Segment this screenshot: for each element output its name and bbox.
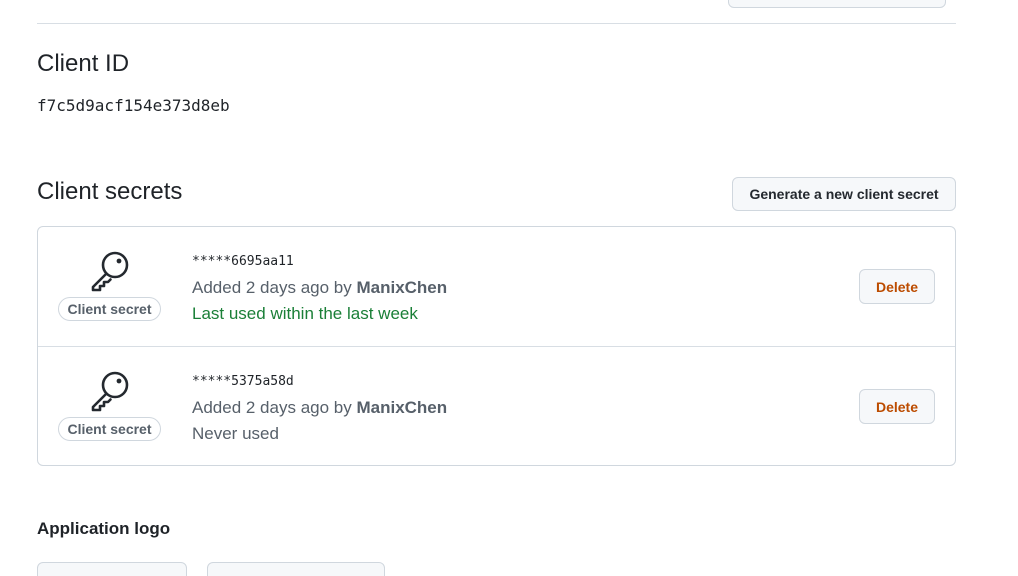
client-id-value: f7c5d9acf154e373d8eb	[37, 96, 230, 115]
client-secret-badge: Client secret	[58, 297, 161, 321]
partial-logo-button[interactable]	[37, 562, 187, 576]
application-logo-heading: Application logo	[37, 519, 171, 538]
secret-usage-status: Last used within the last week	[192, 304, 418, 323]
client-secret-row: Client secret *****6695aa11 Added 2 days…	[38, 227, 955, 346]
client-secret-badge: Client secret	[58, 417, 161, 441]
delete-secret-button[interactable]: Delete	[859, 389, 935, 424]
secret-added-text: Added 2 days ago by	[192, 398, 357, 417]
secret-usage-status: Never used	[192, 424, 279, 443]
oauth-app-settings-page: Client ID f7c5d9acf154e373d8eb Client se…	[0, 0, 1018, 576]
generate-client-secret-button[interactable]: Generate a new client secret	[732, 177, 956, 211]
secret-masked-value: *****5375a58d	[192, 374, 294, 389]
client-secrets-heading: Client secrets	[37, 178, 183, 205]
key-icon	[88, 369, 132, 413]
section-divider	[37, 23, 956, 24]
secret-author: ManixChen	[356, 278, 448, 297]
secret-author: ManixChen	[356, 398, 448, 417]
client-secret-row: Client secret *****5375a58d Added 2 days…	[38, 346, 955, 465]
partial-button-top[interactable]	[728, 0, 946, 8]
client-secrets-list: Client secret *****6695aa11 Added 2 days…	[37, 226, 956, 466]
key-icon	[88, 249, 132, 293]
secret-masked-value: *****6695aa11	[192, 254, 294, 269]
client-id-heading: Client ID	[37, 50, 130, 77]
secret-added-info: Added 2 days ago by ManixChen	[192, 397, 447, 419]
secret-added-info: Added 2 days ago by ManixChen	[192, 277, 447, 299]
secret-added-text: Added 2 days ago by	[192, 278, 357, 297]
delete-secret-button[interactable]: Delete	[859, 269, 935, 304]
partial-logo-button[interactable]	[207, 562, 385, 576]
